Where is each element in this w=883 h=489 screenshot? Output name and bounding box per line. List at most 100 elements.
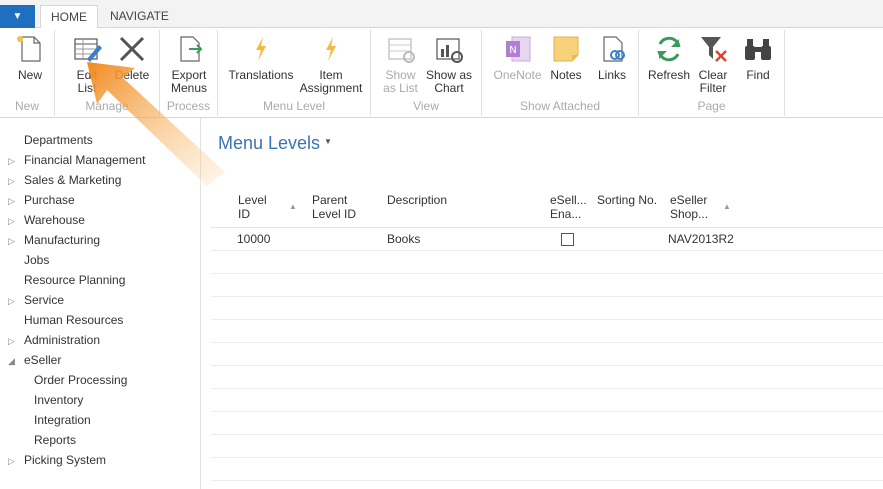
app-menu-button[interactable]: ▼ (0, 5, 35, 28)
nav-item-label: Order Processing (34, 373, 128, 387)
binoculars-icon (745, 39, 771, 60)
empty-row (211, 297, 883, 320)
caret-collapsed-icon[interactable]: ▷ (8, 154, 15, 168)
nav-item[interactable]: ▷ Sales & Marketing (0, 170, 200, 190)
delete-x-icon (119, 36, 145, 62)
nav-item-label: Purchase (24, 193, 75, 207)
svg-text:N: N (509, 45, 516, 56)
empty-row (211, 389, 883, 412)
links-icon (603, 36, 625, 62)
item-assignment-button[interactable]: Item Assignment (296, 33, 366, 95)
nav-item[interactable]: ▷ Warehouse (0, 210, 200, 230)
nav-item[interactable]: Integration (0, 410, 200, 430)
refresh-button[interactable]: Refresh (646, 33, 692, 82)
tab-home[interactable]: HOME (40, 5, 98, 29)
column-header-parent-level-id[interactable]: Parent Level ID (312, 193, 356, 221)
caret-collapsed-icon[interactable]: ▷ (8, 234, 15, 248)
nav-item[interactable]: Reports (0, 430, 200, 450)
ribbon-group-menu-level: Translations Item Assignment Menu Level (218, 30, 371, 116)
tab-navigate[interactable]: NAVIGATE (100, 5, 179, 29)
empty-row (211, 435, 883, 458)
nav-item[interactable]: ◢ eSeller (0, 350, 200, 370)
nav-item[interactable]: ▷ Service (0, 290, 200, 310)
nav-item[interactable]: ▷ Purchase (0, 190, 200, 210)
nav-item[interactable]: Order Processing (0, 370, 200, 390)
delete-button[interactable]: Delete (112, 33, 152, 82)
show-as-list-button[interactable]: Show as List (378, 33, 423, 95)
export-icon (180, 36, 203, 62)
clear-filter-button[interactable]: Clear Filter (694, 33, 732, 95)
show-as-chart-button[interactable]: Show as Chart (424, 33, 474, 95)
nav-item[interactable]: ▷ Administration (0, 330, 200, 350)
eseller-enabled-checkbox[interactable] (561, 233, 574, 246)
empty-row (211, 366, 883, 389)
refresh-icon (657, 36, 681, 62)
caret-collapsed-icon[interactable]: ▷ (8, 294, 15, 308)
caret-collapsed-icon[interactable]: ▷ (8, 214, 15, 228)
nav-item[interactable]: ▷ Manufacturing (0, 230, 200, 250)
nav-item[interactable]: Resource Planning (0, 270, 200, 290)
nav-item-label: Administration (24, 333, 101, 347)
nav-item[interactable]: Departments (0, 130, 200, 150)
caret-collapsed-icon[interactable]: ▷ (8, 334, 15, 348)
cell-description: Books (387, 232, 421, 246)
grid-header: Level ID ▲ Parent Level ID Description e… (211, 190, 883, 228)
nav-item[interactable]: ▷ Financial Management (0, 150, 200, 170)
column-header-description[interactable]: Description (387, 193, 447, 207)
ribbon-tab-bar: ▼ HOME NAVIGATE (0, 0, 883, 29)
empty-row (211, 251, 883, 274)
sort-ascending-icon: ▲ (723, 202, 731, 211)
caret-collapsed-icon[interactable]: ▷ (8, 174, 15, 188)
onenote-button[interactable]: N OneNote (490, 33, 545, 82)
nav-item-label: eSeller (24, 353, 62, 367)
page-title-dropdown-icon[interactable]: ▼ (324, 137, 332, 146)
nav-item-label: Departments (24, 133, 93, 147)
nav-item[interactable]: Inventory (0, 390, 200, 410)
column-header-sorting-no[interactable]: Sorting No. (597, 193, 657, 207)
nav-item-label: Human Resources (24, 313, 124, 327)
nav-item-label: Resource Planning (24, 273, 126, 287)
chevron-down-icon: ▼ (12, 11, 23, 22)
links-button[interactable]: Links (592, 33, 632, 82)
nav-item-label: Service (24, 293, 65, 307)
main-content: Menu Levels ▼ Level ID ▲ Parent Level ID… (201, 118, 883, 489)
lightning-icon (326, 37, 336, 61)
nav-item-label: Inventory (34, 393, 84, 407)
table-row[interactable]: 10000 Books NAV2013R2 (211, 228, 883, 251)
empty-row (211, 412, 883, 435)
onenote-icon: N (505, 36, 530, 62)
lightning-icon (256, 37, 266, 61)
nav-item-label: Picking System (24, 453, 107, 467)
cell-eseller-shop: NAV2013R2 (668, 232, 734, 246)
caret-collapsed-icon[interactable]: ▷ (8, 454, 15, 468)
new-button[interactable]: New (10, 33, 50, 82)
export-menus-button[interactable]: Export Menus (169, 33, 209, 95)
ribbon-group-process: Export Menus Process (160, 30, 218, 116)
nav-item-label: Integration (34, 413, 91, 427)
nav-item[interactable]: Jobs (0, 250, 200, 270)
nav-item[interactable]: Human Resources (0, 310, 200, 330)
translations-button[interactable]: Translations (226, 33, 296, 82)
cell-level-id: 10000 (237, 232, 271, 246)
column-header-eseller-shop[interactable]: eSeller Shop... (670, 193, 708, 221)
find-button[interactable]: Find (738, 33, 778, 82)
empty-row (211, 320, 883, 343)
edit-list-button[interactable]: Edit List (67, 33, 107, 95)
nav-item[interactable]: ▷ Picking System (0, 450, 200, 470)
column-header-level-id[interactable]: Level ID (238, 193, 267, 221)
column-header-eseller-enabled[interactable]: eSell... Ena... (550, 193, 587, 221)
nav-item-label: Warehouse (24, 213, 85, 227)
caret-expanded-icon[interactable]: ◢ (8, 354, 15, 368)
menu-levels-grid: Level ID ▲ Parent Level ID Description e… (211, 190, 883, 481)
page-title: Menu Levels (218, 133, 321, 153)
nav-item-label: Sales & Marketing (24, 173, 122, 187)
sort-ascending-icon: ▲ (289, 202, 297, 211)
edit-list-icon (74, 38, 102, 62)
navigation-pane: Departments ▷ Financial Management ▷ Sales &… (0, 118, 201, 489)
new-document-icon (17, 36, 41, 62)
ribbon-group-show-attached: N OneNote Notes Links Show Attached (482, 30, 639, 116)
ribbon-group-page: Refresh Clear Filter Find Page (639, 30, 785, 116)
caret-collapsed-icon[interactable]: ▷ (8, 194, 15, 208)
empty-row (211, 458, 883, 481)
notes-button[interactable]: Notes (546, 33, 586, 82)
